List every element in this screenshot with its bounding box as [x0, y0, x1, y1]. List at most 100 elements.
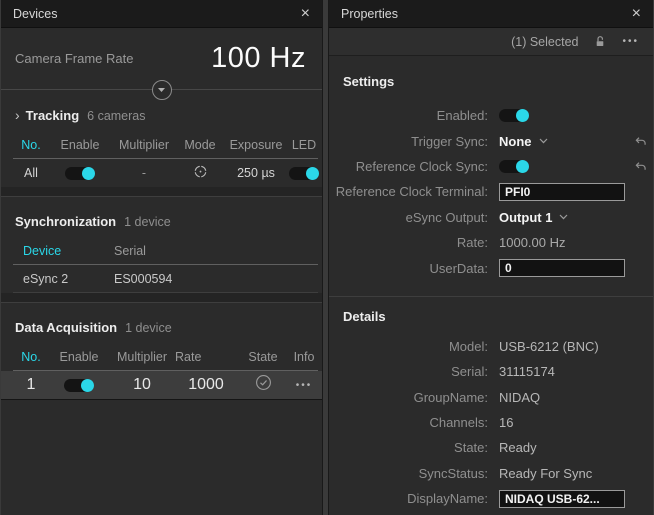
- col-mode[interactable]: Mode: [177, 138, 223, 152]
- properties-panel-title: Properties: [341, 7, 398, 21]
- app-root: Devices × Camera Frame Rate 100 Hz › Tra…: [0, 0, 654, 515]
- col-enable[interactable]: Enable: [49, 138, 111, 152]
- rate-row: Rate: 1000.00 Hz: [329, 230, 653, 255]
- reference-clock-terminal-input[interactable]: [499, 183, 625, 201]
- properties-panel: Properties × (1) Selected ••• Settings E…: [329, 0, 654, 515]
- frame-rate-value: 100 Hz: [211, 42, 306, 75]
- tracking-title: Tracking: [26, 108, 79, 123]
- synchronization-section-header: Synchronization 1 device: [1, 197, 322, 240]
- col-enable[interactable]: Enable: [49, 350, 109, 364]
- section-divider: [329, 289, 653, 297]
- trigger-sync-dropdown[interactable]: None: [499, 134, 548, 149]
- reference-clock-sync-row: Reference Clock Sync:: [329, 154, 653, 179]
- col-no[interactable]: No.: [13, 350, 49, 364]
- details-rows: Model: USB-6212 (BNC) Serial: 31115174 G…: [329, 334, 653, 512]
- enabled-row: Enabled:: [329, 103, 653, 128]
- col-no[interactable]: No.: [13, 138, 49, 152]
- devices-close-icon[interactable]: ×: [299, 6, 312, 22]
- reference-clock-sync-toggle[interactable]: [499, 160, 529, 173]
- settings-rows: Enabled: Trigger Sync: None: [329, 103, 653, 281]
- frame-rate-expander-button[interactable]: [152, 80, 172, 100]
- serial-value: 31115174: [499, 364, 621, 379]
- col-device[interactable]: Device: [13, 244, 104, 258]
- displayname-row: DisplayName:: [329, 486, 653, 511]
- selection-bar: (1) Selected •••: [329, 28, 653, 56]
- undo-icon: [634, 136, 647, 147]
- devices-titlebar: Devices ×: [1, 0, 322, 28]
- model-value: USB-6212 (BNC): [499, 339, 621, 354]
- panel-splitter[interactable]: [322, 0, 329, 515]
- synchronization-table-header: Device Serial: [13, 240, 318, 265]
- details-section-title: Details: [329, 297, 653, 330]
- synchronization-table: Device Serial eSync 2 ES000594: [1, 240, 322, 293]
- section-divider: [1, 187, 322, 197]
- chevron-down-icon: [157, 87, 166, 93]
- state-label: State:: [329, 440, 499, 455]
- data-acquisition-row-grid: 1 10 1000 •••: [13, 371, 318, 399]
- sync-row-serial: ES000594: [104, 272, 318, 286]
- model-label: Model:: [329, 339, 499, 354]
- trigger-sync-label: Trigger Sync:: [329, 134, 499, 149]
- esync-output-label: eSync Output:: [329, 210, 499, 225]
- da-enable-toggle[interactable]: [64, 379, 94, 392]
- col-multiplier[interactable]: Multiplier: [111, 138, 177, 152]
- col-multiplier[interactable]: Multiplier: [109, 350, 175, 364]
- data-acquisition-count: 1 device: [125, 321, 172, 335]
- tracking-row-all[interactable]: All - 250 µs: [13, 159, 318, 187]
- devices-panel: Devices × Camera Frame Rate 100 Hz › Tra…: [0, 0, 322, 515]
- properties-titlebar: Properties ×: [329, 0, 653, 28]
- reference-clock-sync-reset-button[interactable]: [634, 161, 647, 172]
- tracking-enable-toggle[interactable]: [65, 167, 95, 180]
- col-state[interactable]: State: [237, 350, 289, 364]
- camera-frame-rate-section: Camera Frame Rate 100 Hz: [1, 28, 322, 90]
- da-row-no: 1: [13, 376, 49, 394]
- syncstatus-row: SyncStatus: Ready For Sync: [329, 461, 653, 486]
- properties-menu-icon[interactable]: •••: [622, 36, 639, 47]
- frame-rate-label: Camera Frame Rate: [15, 51, 133, 66]
- sync-row-device: eSync 2: [13, 272, 104, 286]
- da-row-multiplier: 10: [109, 376, 175, 394]
- displayname-label: DisplayName:: [329, 491, 499, 506]
- tracking-row-multiplier: -: [111, 166, 177, 180]
- displayname-input[interactable]: [499, 490, 625, 508]
- serial-label: Serial:: [329, 364, 499, 379]
- settings-section-title: Settings: [329, 56, 653, 95]
- col-led[interactable]: LED: [289, 138, 319, 152]
- col-exposure[interactable]: Exposure: [223, 138, 289, 152]
- syncstatus-value: Ready For Sync: [499, 466, 621, 481]
- syncstatus-label: SyncStatus:: [329, 466, 499, 481]
- tracking-led-toggle[interactable]: [289, 167, 319, 180]
- expand-chevron-icon: ›: [15, 107, 20, 123]
- trigger-sync-reset-button[interactable]: [634, 136, 647, 147]
- chevron-down-icon: [539, 138, 548, 144]
- esync-output-dropdown[interactable]: Output 1: [499, 210, 568, 225]
- devices-body: Camera Frame Rate 100 Hz › Tracking 6 ca…: [1, 28, 322, 515]
- userdata-row: UserData:: [329, 255, 653, 280]
- devices-panel-title: Devices: [13, 7, 57, 21]
- synchronization-count: 1 device: [124, 215, 171, 229]
- tracking-table-header: No. Enable Multiplier Mode Exposure LED: [13, 134, 318, 159]
- trigger-sync-value: None: [499, 134, 532, 149]
- col-info[interactable]: Info: [289, 350, 319, 364]
- data-acquisition-row-selected[interactable]: 1 10 1000 •••: [1, 371, 322, 400]
- reference-clock-terminal-label: Reference Clock Terminal:: [329, 184, 499, 199]
- synchronization-row-esync[interactable]: eSync 2 ES000594: [13, 265, 318, 293]
- da-row-info-menu[interactable]: •••: [289, 380, 319, 391]
- tracking-count: 6 cameras: [87, 109, 145, 123]
- enabled-toggle[interactable]: [499, 109, 529, 122]
- esync-output-value: Output 1: [499, 210, 552, 225]
- col-rate[interactable]: Rate: [175, 350, 201, 364]
- synchronization-title: Synchronization: [15, 214, 116, 229]
- groupname-row: GroupName: NIDAQ: [329, 385, 653, 410]
- aim-circle-icon[interactable]: [177, 164, 223, 182]
- unlock-icon[interactable]: [594, 35, 606, 48]
- properties-close-icon[interactable]: ×: [630, 6, 643, 22]
- userdata-input[interactable]: [499, 259, 625, 277]
- chevron-down-icon: [559, 214, 568, 220]
- state-value: Ready: [499, 440, 621, 455]
- col-serial[interactable]: Serial: [104, 244, 318, 258]
- data-acquisition-title: Data Acquisition: [15, 320, 117, 335]
- rate-value: 1000.00 Hz: [499, 235, 621, 250]
- tracking-row-exposure: 250 µs: [223, 166, 289, 180]
- tracking-table: No. Enable Multiplier Mode Exposure LED …: [1, 134, 322, 187]
